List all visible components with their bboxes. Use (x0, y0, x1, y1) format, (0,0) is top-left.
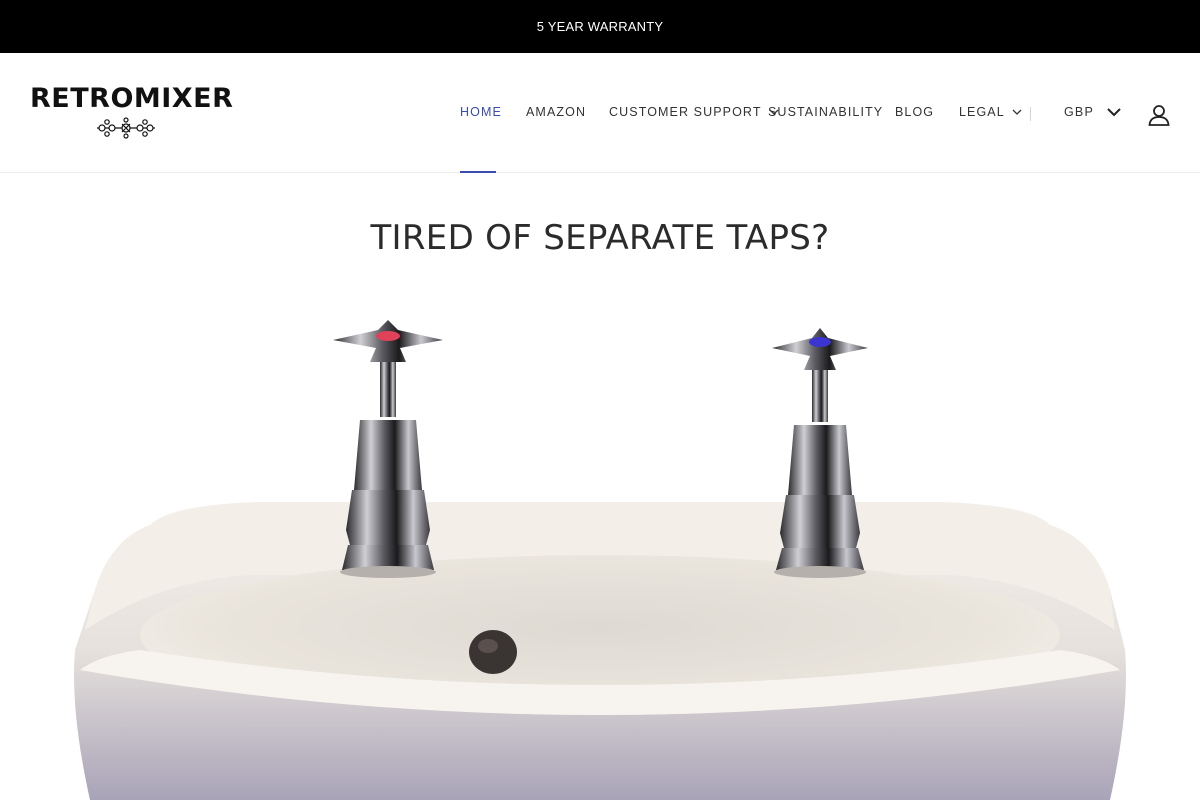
currency-value: GBP (1064, 105, 1094, 119)
nav-item-label: BLOG (895, 105, 935, 119)
main-nav: HOME AMAZON CUSTOMER SUPPORT SUSTAINABIL… (0, 53, 1200, 173)
nav-item-home[interactable]: HOME (460, 105, 502, 119)
nav-item-sustainability[interactable]: SUSTAINABILITY (768, 105, 883, 119)
hero-title: TIRED OF SEPARATE TAPS? (370, 218, 830, 258)
nav-item-label: AMAZON (526, 105, 587, 119)
currency-selector[interactable]: GBP (1064, 105, 1122, 119)
header-divider (1030, 107, 1031, 121)
hot-tap (333, 320, 443, 578)
announcement-bar: 5 YEAR WARRANTY (0, 0, 1200, 53)
chevron-down-icon (1107, 108, 1121, 117)
nav-item-legal[interactable]: LEGAL (959, 105, 1022, 119)
cold-tap (772, 328, 868, 578)
hero-image (74, 320, 1126, 800)
active-indicator (460, 171, 496, 173)
nav-item-blog[interactable]: BLOG (895, 105, 934, 119)
user-icon[interactable] (1147, 103, 1171, 127)
chevron-down-icon (1012, 109, 1022, 115)
announcement-text: 5 YEAR WARRANTY (536, 19, 664, 34)
nav-item-customer-support[interactable]: CUSTOMER SUPPORT (609, 105, 779, 119)
nav-item-label: SUSTAINABILITY (768, 105, 884, 119)
nav-item-label: CUSTOMER SUPPORT (609, 105, 762, 119)
nav-item-label: LEGAL (959, 105, 1005, 119)
nav-item-label: HOME (460, 105, 502, 119)
site-header: RETROMIXER HOME AMAZON CUSTOMER SUPPORT (0, 53, 1200, 173)
nav-item-amazon[interactable]: AMAZON (526, 105, 586, 119)
